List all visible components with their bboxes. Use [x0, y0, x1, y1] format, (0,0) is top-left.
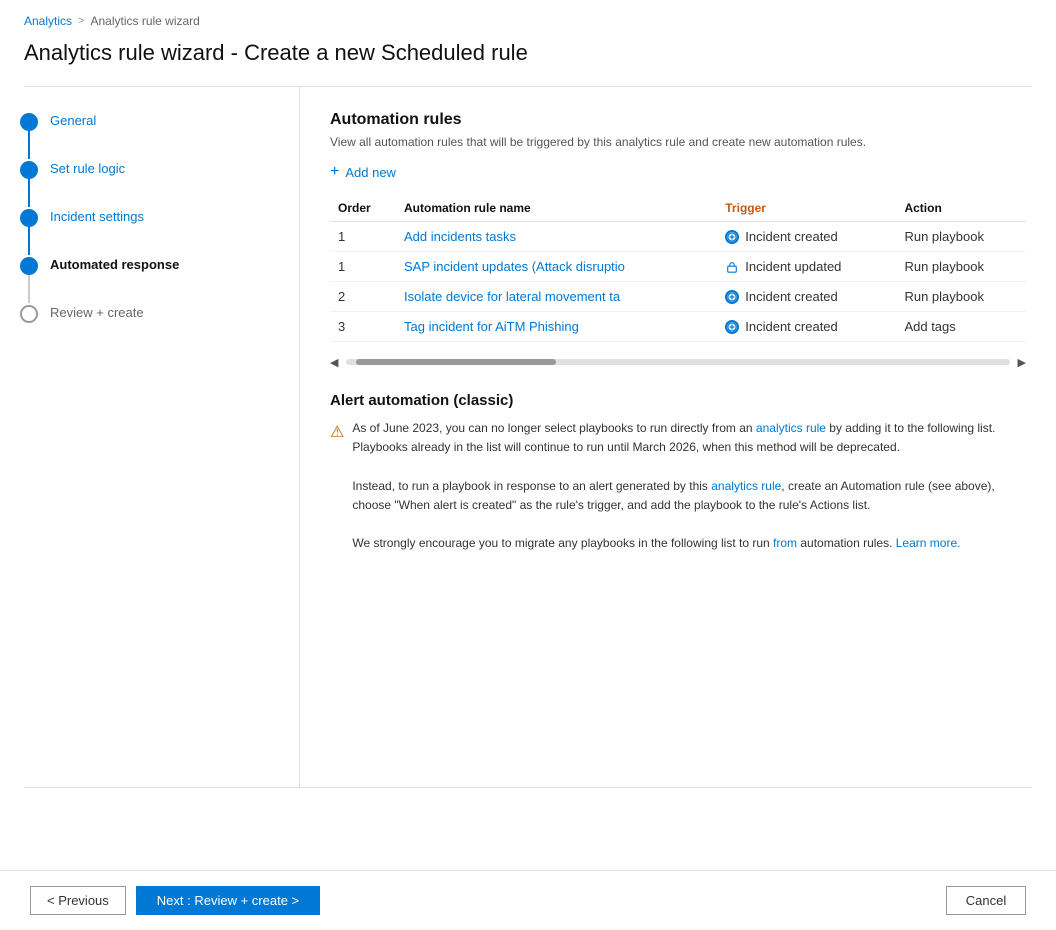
- row1-order: 1: [330, 222, 396, 252]
- col-action: Action: [896, 195, 1026, 222]
- row4-trigger-label: Incident created: [745, 319, 838, 334]
- sidebar-item-set-rule-logic[interactable]: Set rule logic: [20, 159, 279, 207]
- trigger-icon-created-2: [725, 290, 739, 304]
- trigger-icon-created: [725, 230, 739, 244]
- table-row: 1 SAP incident updates (Attack disruptio…: [330, 252, 1026, 282]
- step-dot-set-rule-logic: [20, 161, 38, 179]
- step-label-general: General: [50, 111, 96, 128]
- alert-text: As of June 2023, you can no longer selec…: [352, 419, 1026, 553]
- row1-trigger-label: Incident created: [745, 229, 838, 244]
- step-connector-review-create: [20, 303, 38, 323]
- row1-action: Run playbook: [896, 222, 1026, 252]
- row4-action: Add tags: [896, 312, 1026, 342]
- breadcrumb-analytics[interactable]: Analytics: [24, 14, 72, 28]
- breadcrumb-current: Analytics rule wizard: [90, 14, 199, 28]
- row1-name[interactable]: Add incidents tasks: [396, 222, 717, 252]
- row3-trigger-label: Incident created: [745, 289, 838, 304]
- page-title: Analytics rule wizard - Create a new Sch…: [0, 34, 1056, 86]
- add-new-label: Add new: [345, 165, 396, 180]
- step-connector-set-rule-logic: [20, 159, 38, 207]
- table-row: 2 Isolate device for lateral movement ta: [330, 282, 1026, 312]
- automation-rules-desc: View all automation rules that will be t…: [330, 135, 1026, 149]
- main-content: Automation rules View all automation rul…: [300, 87, 1056, 787]
- step-label-automated-response: Automated response: [50, 255, 179, 272]
- cancel-button[interactable]: Cancel: [946, 886, 1026, 915]
- step-label-incident-settings: Incident settings: [50, 207, 144, 224]
- row2-action: Run playbook: [896, 252, 1026, 282]
- step-line-set-rule-logic: [28, 179, 30, 207]
- automation-rules-title: Automation rules: [330, 111, 1026, 129]
- step-dot-general: [20, 113, 38, 131]
- bottom-bar: < Previous Next : Review + create > Canc…: [0, 870, 1056, 930]
- learn-more-link[interactable]: Learn more.: [896, 536, 961, 550]
- breadcrumb-separator: >: [78, 15, 84, 27]
- automation-rules-table: Order Automation rule name Trigger Actio…: [330, 195, 1026, 342]
- col-order: Order: [330, 195, 396, 222]
- row3-action: Run playbook: [896, 282, 1026, 312]
- row2-name[interactable]: SAP incident updates (Attack disruptio: [396, 252, 717, 282]
- sidebar-item-general[interactable]: General: [20, 111, 279, 159]
- sidebar-item-automated-response[interactable]: Automated response: [20, 255, 279, 303]
- row3-order: 2: [330, 282, 396, 312]
- row3-name[interactable]: Isolate device for lateral movement ta: [396, 282, 717, 312]
- next-button[interactable]: Next : Review + create >: [136, 886, 320, 915]
- sidebar-item-incident-settings[interactable]: Incident settings: [20, 207, 279, 255]
- step-dot-review-create: [20, 305, 38, 323]
- scroll-left-arrow[interactable]: ◀: [330, 356, 338, 369]
- row2-trigger: Incident updated: [717, 252, 896, 282]
- scroll-thumb[interactable]: [356, 359, 556, 365]
- plus-icon: +: [330, 163, 339, 181]
- add-new-button[interactable]: + Add new: [330, 163, 396, 181]
- step-line-automated-response: [28, 275, 30, 303]
- row3-trigger: Incident created: [717, 282, 896, 312]
- row2-order: 1: [330, 252, 396, 282]
- scroll-track[interactable]: [346, 359, 1009, 365]
- table-row: 3 Tag incident for AiTM Phishing: [330, 312, 1026, 342]
- wizard-sidebar: General Set rule logic Incident settings: [0, 87, 300, 787]
- table-row: 1 Add incidents tasks Incident: [330, 222, 1026, 252]
- alert-automation-title: Alert automation (classic): [330, 392, 1026, 409]
- step-dot-automated-response: [20, 257, 38, 275]
- bottom-left-actions: < Previous Next : Review + create >: [30, 886, 320, 915]
- col-name: Automation rule name: [396, 195, 717, 222]
- step-line-general: [28, 131, 30, 159]
- scroll-right-arrow[interactable]: ▶: [1018, 356, 1026, 369]
- row2-trigger-label: Incident updated: [745, 259, 841, 274]
- step-connector-automated-response: [20, 255, 38, 303]
- warning-icon: ⚠: [330, 420, 344, 553]
- step-label-review-create: Review + create: [50, 303, 144, 320]
- row4-name[interactable]: Tag incident for AiTM Phishing: [396, 312, 717, 342]
- horizontal-scrollbar[interactable]: ◀ ▶: [330, 352, 1026, 372]
- row4-order: 3: [330, 312, 396, 342]
- step-label-set-rule-logic: Set rule logic: [50, 159, 125, 176]
- alert-box: ⚠ As of June 2023, you can no longer sel…: [330, 419, 1026, 553]
- trigger-icon-updated: [725, 260, 739, 274]
- row4-trigger: Incident created: [717, 312, 896, 342]
- step-dot-incident-settings: [20, 209, 38, 227]
- breadcrumb: Analytics > Analytics rule wizard: [0, 0, 1056, 34]
- step-line-incident-settings: [28, 227, 30, 255]
- row1-trigger: Incident created: [717, 222, 896, 252]
- previous-button[interactable]: < Previous: [30, 886, 126, 915]
- bottom-divider: [24, 787, 1032, 788]
- trigger-icon-created-3: [725, 320, 739, 334]
- sidebar-item-review-create[interactable]: Review + create: [20, 303, 279, 323]
- step-connector-incident-settings: [20, 207, 38, 255]
- col-trigger: Trigger: [717, 195, 896, 222]
- step-connector-general: [20, 111, 38, 159]
